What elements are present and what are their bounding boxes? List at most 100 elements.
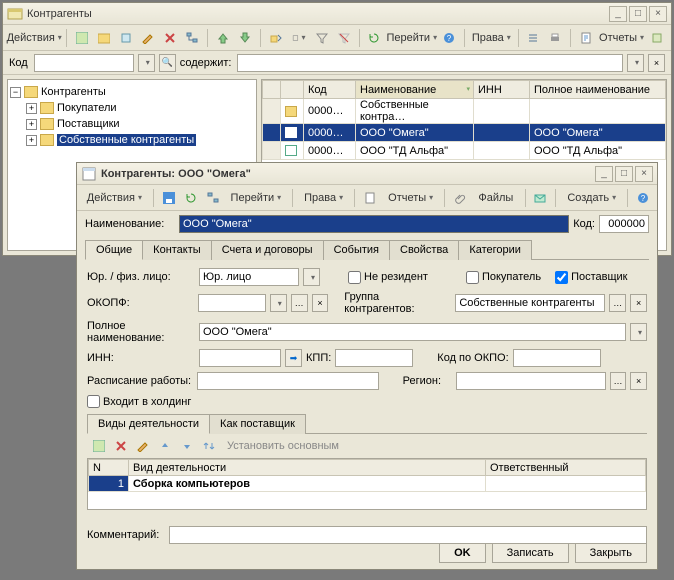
move-icon[interactable] <box>266 28 286 48</box>
close-button2[interactable]: Закрыть <box>575 543 647 563</box>
files-button[interactable]: Файлы <box>472 188 519 208</box>
scol-activity[interactable]: Вид деятельности <box>129 460 486 476</box>
refresh-icon[interactable] <box>181 188 201 208</box>
close-button[interactable]: × <box>649 6 667 22</box>
expand-icon[interactable]: + <box>26 135 37 146</box>
code-input2[interactable] <box>599 215 649 233</box>
attach-icon[interactable] <box>450 188 470 208</box>
report-icon[interactable] <box>576 28 596 48</box>
save-icon[interactable] <box>159 188 179 208</box>
dlg-rights-menu[interactable]: Права <box>298 188 349 208</box>
tree-item-suppliers[interactable]: + Поставщики <box>10 116 254 132</box>
group-select[interactable]: … <box>609 294 626 312</box>
code-dropdown[interactable] <box>138 54 155 72</box>
activities-grid[interactable]: N Вид деятельности Ответственный 1 Сборк… <box>87 458 647 510</box>
tab-contacts[interactable]: Контакты <box>142 240 212 260</box>
expand-icon[interactable]: + <box>26 103 37 114</box>
region-clear[interactable]: × <box>630 372 647 390</box>
help-icon[interactable]: ? <box>633 188 653 208</box>
mail-icon[interactable] <box>530 188 550 208</box>
reports-menu[interactable]: Отчеты <box>598 28 645 48</box>
region-input[interactable] <box>456 372 606 390</box>
set-main-button[interactable]: Установить основным <box>227 440 339 452</box>
holding-check[interactable]: Входит в холдинг <box>87 395 191 408</box>
tab-general[interactable]: Общие <box>85 240 143 260</box>
print-icon[interactable] <box>545 28 565 48</box>
legal-input[interactable] <box>199 268 299 286</box>
okpo-input[interactable] <box>513 349 601 367</box>
okopf-select[interactable]: … <box>291 294 308 312</box>
region-select[interactable]: … <box>610 372 627 390</box>
nonresident-check[interactable]: Не резидент <box>348 271 428 284</box>
save-button[interactable]: Записать <box>492 543 569 563</box>
filter-reset-icon[interactable] <box>288 28 310 48</box>
kpp-input[interactable] <box>335 349 413 367</box>
col-inn[interactable]: ИНН <box>474 81 530 99</box>
inn-input[interactable] <box>199 349 281 367</box>
tab-events[interactable]: События <box>323 240 390 260</box>
activity-row[interactable]: 1 Сборка компьютеров <box>89 476 646 492</box>
dlg-actions-menu[interactable]: Действия <box>81 188 148 208</box>
tab-props[interactable]: Свойства <box>389 240 459 260</box>
code-input[interactable] <box>34 54 134 72</box>
buyer-check[interactable]: Покупатель <box>466 271 541 284</box>
goto-menu[interactable]: Перейти <box>386 28 437 48</box>
clear-icon[interactable]: × <box>648 54 665 72</box>
tree-item-buyers[interactable]: + Покупатели <box>10 100 254 116</box>
filter-icon[interactable] <box>312 28 332 48</box>
okopf-input[interactable] <box>198 294 266 312</box>
sub-down-icon[interactable] <box>177 436 197 456</box>
add-copy-icon[interactable] <box>116 28 136 48</box>
legal-dropdown[interactable] <box>303 268 320 286</box>
edit-icon[interactable] <box>138 28 158 48</box>
actions-menu[interactable]: Действия <box>7 28 61 48</box>
hierarchy-icon[interactable] <box>203 188 223 208</box>
hierarchy-icon[interactable] <box>182 28 202 48</box>
grid-row[interactable]: 0000… ООО "ТД Альфа" ООО "ТД Альфа" <box>263 142 666 160</box>
sub-edit-icon[interactable] <box>133 436 153 456</box>
search-icon[interactable]: 🔍 <box>159 54 176 72</box>
tree-root[interactable]: − Контрагенты <box>10 84 254 100</box>
dialog-close-button[interactable]: × <box>635 166 653 182</box>
scol-n[interactable]: N <box>89 460 129 476</box>
dlg-goto-menu[interactable]: Перейти <box>225 188 287 208</box>
okopf-drop[interactable] <box>270 294 287 312</box>
scol-resp[interactable]: Ответственный <box>486 460 646 476</box>
group-input[interactable] <box>455 294 605 312</box>
okopf-clear[interactable]: × <box>312 294 329 312</box>
list-icon[interactable] <box>523 28 543 48</box>
sub-add-icon[interactable] <box>89 436 109 456</box>
sub-sort-icon[interactable] <box>199 436 219 456</box>
report-icon[interactable] <box>360 188 380 208</box>
contains-dropdown[interactable] <box>627 54 644 72</box>
create-menu[interactable]: Создать <box>561 188 622 208</box>
rights-menu[interactable]: Права <box>470 28 513 48</box>
dialog-minimize-button[interactable]: _ <box>595 166 613 182</box>
expand-icon[interactable]: + <box>26 119 37 130</box>
grid-row[interactable]: 0000… ООО "Омега" ООО "Омега" <box>263 124 666 142</box>
subtab-activities[interactable]: Виды деятельности <box>87 414 210 434</box>
filter-off-icon[interactable] <box>334 28 354 48</box>
level-up-icon[interactable] <box>213 28 233 48</box>
refresh-icon[interactable] <box>364 28 384 48</box>
add-folder-icon[interactable] <box>94 28 114 48</box>
add-icon[interactable] <box>72 28 92 48</box>
sub-up-icon[interactable] <box>155 436 175 456</box>
name-input[interactable] <box>179 215 569 233</box>
col-name[interactable]: Наименование <box>356 81 474 99</box>
fullname-drop[interactable] <box>630 323 647 341</box>
help-icon[interactable]: ? <box>439 28 459 48</box>
collapse-icon[interactable]: − <box>10 87 21 98</box>
level-down-icon[interactable] <box>235 28 255 48</box>
inn-arrow-icon[interactable]: ➡ <box>285 349 302 367</box>
ok-button[interactable]: OK <box>439 543 486 563</box>
supplier-check[interactable]: Поставщик <box>555 271 627 284</box>
sub-del-icon[interactable] <box>111 436 131 456</box>
col-code[interactable]: Код <box>304 81 356 99</box>
maximize-button[interactable]: □ <box>629 6 647 22</box>
extra-icon[interactable] <box>647 28 667 48</box>
subtab-supplier[interactable]: Как поставщик <box>209 414 306 434</box>
col-fullname[interactable]: Полное наименование <box>530 81 666 99</box>
schedule-input[interactable] <box>197 372 379 390</box>
group-clear[interactable]: × <box>630 294 647 312</box>
